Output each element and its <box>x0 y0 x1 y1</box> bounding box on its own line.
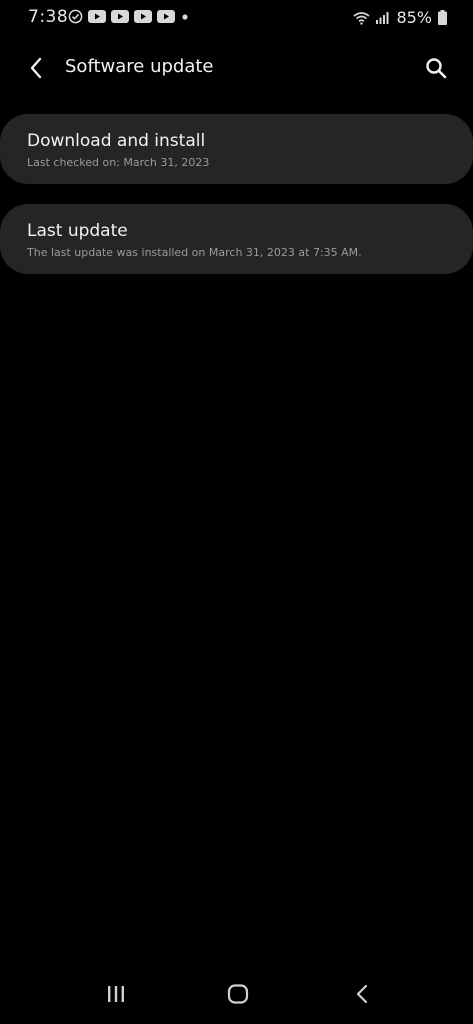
chevron-left-icon <box>30 57 42 79</box>
youtube-icon <box>88 10 106 23</box>
recents-button[interactable] <box>96 978 136 1010</box>
last-update-item[interactable]: Last update The last update was installe… <box>0 204 473 274</box>
battery-percentage: 85% <box>396 8 432 27</box>
item-title: Last update <box>27 221 128 241</box>
youtube-icon <box>111 10 129 23</box>
system-icons: 85% <box>353 8 447 27</box>
back-nav-button[interactable] <box>342 978 382 1010</box>
battery-icon <box>438 10 447 25</box>
page-title: Software update <box>65 56 214 77</box>
recents-icon <box>108 986 124 1002</box>
back-icon <box>356 984 368 1004</box>
youtube-icon <box>157 10 175 23</box>
app-bar: Software update <box>0 46 473 90</box>
search-icon <box>426 58 447 79</box>
item-subtitle: The last update was installed on March 3… <box>27 246 362 259</box>
navigation-bar <box>0 964 473 1024</box>
check-circle-icon <box>68 9 83 24</box>
search-button[interactable] <box>421 53 451 83</box>
home-button[interactable] <box>218 978 258 1010</box>
notification-icons <box>68 9 190 24</box>
wifi-icon <box>353 11 370 25</box>
dot-icon <box>182 13 188 20</box>
youtube-icon <box>134 10 152 23</box>
back-button[interactable] <box>22 54 50 82</box>
item-subtitle: Last checked on: March 31, 2023 <box>27 156 210 169</box>
status-time: 7:38 <box>28 7 69 27</box>
home-icon <box>227 984 249 1004</box>
status-bar: 7:38 85% <box>0 0 473 36</box>
signal-icon <box>376 12 389 24</box>
item-title: Download and install <box>27 131 206 151</box>
download-and-install-item[interactable]: Download and install Last checked on: Ma… <box>0 114 473 184</box>
